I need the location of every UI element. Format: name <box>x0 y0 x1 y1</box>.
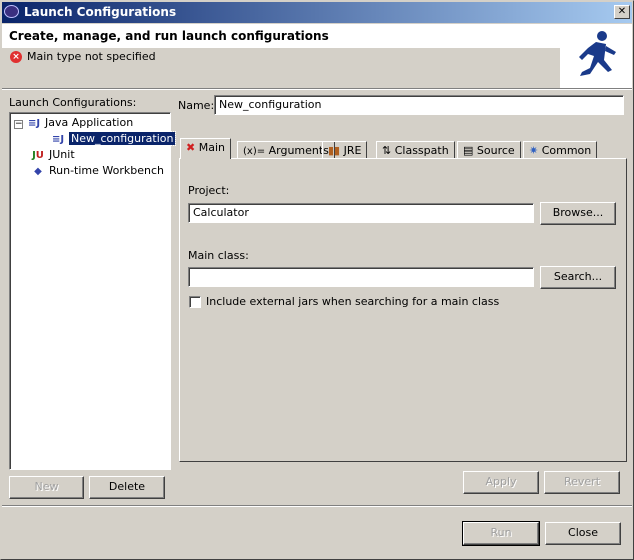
jre-books-icon: ▮▮ <box>328 144 341 157</box>
error-message: × Main type not specified <box>10 50 156 64</box>
include-external-jars-checkbox[interactable] <box>189 296 201 308</box>
tree-item-new-configuration[interactable]: ≡J New_configuration <box>50 131 177 147</box>
main-class-input[interactable] <box>188 267 534 287</box>
arguments-icon: (x)= <box>243 146 266 157</box>
common-bug-icon: ✷ <box>529 144 539 157</box>
tab-label: Arguments <box>268 144 329 157</box>
workbench-icon: ◆ <box>34 166 42 177</box>
tab-jre[interactable]: ▮▮ JRE <box>322 141 368 159</box>
close-button[interactable]: Close <box>545 522 621 545</box>
tree-label: New_configuration <box>67 131 177 146</box>
java-config-icon: ≡J <box>51 134 65 145</box>
close-window-button[interactable]: ✕ <box>614 5 630 19</box>
header-separator <box>2 88 632 90</box>
tab-main[interactable]: ✖ Main <box>180 138 231 159</box>
title-bar: Launch Configurations <box>2 2 632 23</box>
delete-button[interactable]: Delete <box>89 476 165 499</box>
tree-item-java-application[interactable]: − ≡J Java Application <box>14 115 133 131</box>
error-icon: × <box>10 51 22 63</box>
include-external-jars-label: Include external jars when searching for… <box>206 295 500 308</box>
tab-arguments[interactable]: (x)= Arguments <box>237 141 335 159</box>
project-input[interactable]: Calculator <box>188 203 534 223</box>
tree-label: Java Application <box>45 116 134 129</box>
name-input[interactable]: New_configuration <box>214 95 624 115</box>
tab-classpath[interactable]: ⇅ Classpath <box>376 141 455 159</box>
source-document-icon: ▤ <box>463 144 474 157</box>
new-button[interactable]: New <box>9 476 84 499</box>
tab-label: Common <box>541 144 592 157</box>
tab-label: Main <box>198 141 225 154</box>
error-text: Main type not specified <box>27 50 156 63</box>
project-label: Project: <box>188 184 230 197</box>
tree-label: JUnit <box>49 148 75 161</box>
run-banner-image <box>560 24 632 88</box>
config-tree[interactable]: − ≡J Java Application ≡J New_configuration … <box>9 112 177 470</box>
launch-configs-label: Launch Configurations: <box>9 96 137 109</box>
search-button[interactable]: Search... <box>540 266 616 289</box>
classpath-icon: ⇅ <box>382 144 392 157</box>
tab-label: JRE <box>343 144 362 157</box>
tree-item-runtime-workbench[interactable]: ◆ Run-time Workbench <box>30 163 164 179</box>
eclipse-icon <box>4 5 19 18</box>
tree-label: Run-time Workbench <box>49 164 165 177</box>
footer-separator <box>2 505 632 507</box>
running-man-icon <box>579 31 616 76</box>
apply-button[interactable]: Apply <box>463 471 539 494</box>
collapse-icon[interactable]: − <box>14 120 23 129</box>
window-title: Launch Configurations <box>24 5 177 19</box>
junit-icon: JU <box>32 150 44 161</box>
tab-source[interactable]: ▤ Source <box>457 141 521 159</box>
main-class-label: Main class: <box>188 249 249 262</box>
tab-common[interactable]: ✷ Common <box>523 141 598 159</box>
tab-label: Source <box>476 144 515 157</box>
name-label: Name: <box>178 99 215 112</box>
tab-label: Classpath <box>394 144 449 157</box>
tree-item-junit[interactable]: JU JUnit <box>30 147 75 163</box>
run-button[interactable]: Run <box>462 521 540 546</box>
revert-button[interactable]: Revert <box>544 471 620 494</box>
java-app-icon: ≡J <box>27 118 41 129</box>
dialog-header-title: Create, manage, and run launch configura… <box>2 24 632 48</box>
main-tab-icon: ✖ <box>186 141 196 154</box>
browse-button[interactable]: Browse... <box>540 202 616 225</box>
